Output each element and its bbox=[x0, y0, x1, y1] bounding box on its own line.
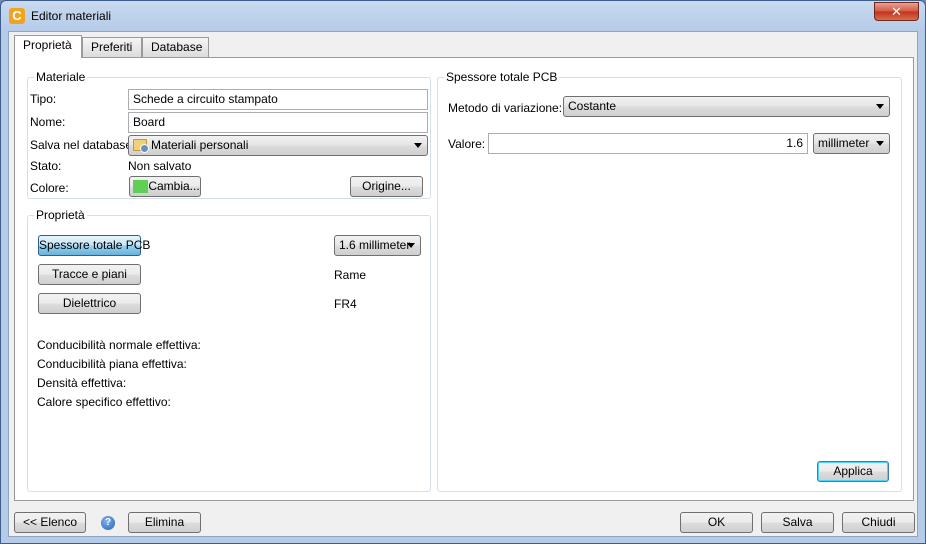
conducibilita-normale-label: Conducibilità normale effettiva: bbox=[37, 338, 201, 352]
tracce-piani-button[interactable]: Tracce e piani bbox=[38, 264, 141, 285]
conducibilita-piana-label: Conducibilità piana effettiva: bbox=[37, 357, 187, 371]
chevron-down-icon bbox=[876, 104, 884, 109]
app-logo-icon: C bbox=[9, 8, 25, 24]
database-select-value: Materiali personali bbox=[151, 138, 249, 152]
spessore-panel-title: Spessore totale PCB bbox=[444, 70, 560, 84]
stato-label: Stato: bbox=[30, 159, 62, 173]
chevron-down-icon bbox=[407, 243, 415, 248]
tipo-label: Tipo: bbox=[30, 92, 57, 106]
spessore-totale-pcb-button[interactable]: Spessore totale PCB bbox=[38, 235, 150, 256]
tracce-value: Rame bbox=[334, 268, 367, 282]
metodo-variazione-label: Metodo di variazione: bbox=[448, 101, 563, 115]
materiale-group-title: Materiale bbox=[34, 70, 88, 84]
calore-specifico-label: Calore specifico effettivo: bbox=[37, 395, 171, 409]
title-bar: C Editor materiali ✕ bbox=[1, 1, 925, 31]
salva-database-label: Salva nel database: bbox=[30, 138, 136, 152]
database-select[interactable]: Materiali personali bbox=[128, 135, 428, 156]
tab-proprieta[interactable]: Proprietà bbox=[14, 35, 82, 58]
close-icon: ✕ bbox=[891, 4, 902, 19]
dialog-client: Proprietà Preferiti Database Materiale T… bbox=[8, 31, 918, 537]
dielettrico-value: FR4 bbox=[334, 297, 357, 311]
tab-preferiti[interactable]: Preferiti bbox=[82, 37, 142, 57]
metodo-variazione-value: Costante bbox=[568, 99, 617, 113]
dielettrico-button[interactable]: Dielettrico bbox=[38, 293, 141, 314]
spessore-unit-select[interactable]: 1.6 millimeter bbox=[334, 235, 421, 256]
chevron-down-icon bbox=[414, 143, 422, 148]
cambia-color-button[interactable]: Cambia... bbox=[129, 176, 201, 197]
valore-unit-select[interactable]: millimeter bbox=[813, 133, 890, 154]
spessore-panel: Spessore totale PCB Metodo di variazione… bbox=[437, 70, 902, 492]
metodo-variazione-select[interactable]: Costante bbox=[563, 96, 890, 117]
window-title: Editor materiali bbox=[31, 9, 112, 23]
elimina-button[interactable]: Elimina bbox=[128, 512, 201, 533]
tab-panel-proprieta: Materiale Tipo: Schede a circuito stampa… bbox=[14, 57, 914, 501]
help-icon[interactable]: ? bbox=[101, 516, 115, 530]
ok-button[interactable]: OK bbox=[680, 512, 753, 533]
valore-label: Valore: bbox=[448, 137, 486, 151]
valore-unit-value: millimeter bbox=[818, 136, 870, 150]
spessore-unit-value: 1.6 millimeter bbox=[339, 238, 411, 252]
origine-button[interactable]: Origine... bbox=[350, 176, 423, 197]
salva-button[interactable]: Salva bbox=[761, 512, 834, 533]
chiudi-button[interactable]: Chiudi bbox=[842, 512, 915, 533]
proprieta-group-title: Proprietà bbox=[34, 208, 87, 222]
editor-materiali-window: C Editor materiali ✕ Proprietà Preferiti… bbox=[0, 0, 926, 544]
database-folder-icon bbox=[133, 139, 149, 153]
color-swatch bbox=[133, 180, 148, 193]
chevron-down-icon bbox=[876, 141, 884, 146]
close-window-button[interactable]: ✕ bbox=[874, 2, 919, 21]
cambia-label: Cambia... bbox=[148, 179, 200, 193]
nome-field[interactable]: Board bbox=[128, 112, 428, 133]
valore-input[interactable]: 1.6 bbox=[488, 133, 808, 154]
nome-label: Nome: bbox=[30, 115, 66, 129]
densita-label: Densità effettiva: bbox=[37, 376, 127, 390]
applica-button[interactable]: Applica bbox=[817, 461, 889, 482]
tipo-field[interactable]: Schede a circuito stampato bbox=[128, 89, 428, 110]
stato-value: Non salvato bbox=[128, 159, 192, 173]
elenco-button[interactable]: << Elenco bbox=[14, 512, 86, 533]
tab-database[interactable]: Database bbox=[142, 37, 209, 57]
materiale-group: Materiale Tipo: Schede a circuito stampa… bbox=[27, 70, 431, 199]
proprieta-group: Proprietà Spessore totale PCB 1.6 millim… bbox=[27, 208, 431, 492]
colore-label: Colore: bbox=[30, 181, 69, 195]
